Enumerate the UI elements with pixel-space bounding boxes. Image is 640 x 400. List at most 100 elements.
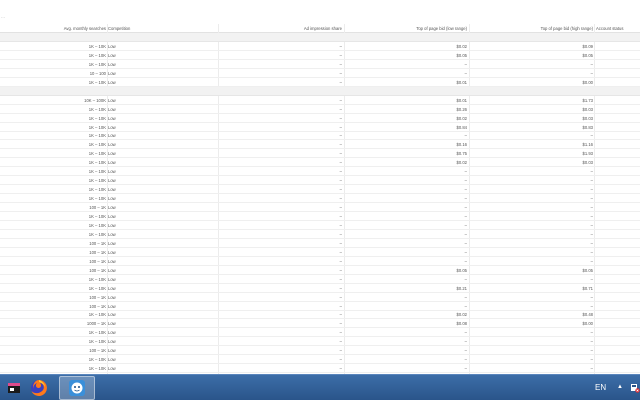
group-header-row[interactable] (0, 33, 640, 42)
avg-monthly-searches-cell: 1K – 10K (88, 79, 106, 85)
table-row[interactable]: 1K – 10K Low – – – (0, 337, 640, 347)
top-bid-low-cell: $0.08 (456, 321, 467, 327)
avg-monthly-searches-cell: 1K – 10K (88, 52, 106, 58)
competition-cell: Low (108, 222, 116, 228)
top-bid-low-cell: – (464, 205, 467, 211)
table-row[interactable]: 100 – 1K Low – $0.05 $0.05 (0, 266, 640, 275)
header-competition[interactable]: Competition (108, 26, 130, 31)
table-row[interactable]: 1K – 10K Low – – – (0, 185, 640, 195)
top-bid-low-cell: – (464, 366, 467, 372)
top-bid-high-cell: $0.09 (582, 43, 593, 49)
taskbar-pinned-app-button[interactable] (59, 376, 95, 400)
ad-impression-share-cell: – (339, 106, 342, 112)
table-row[interactable]: 1K – 10K Low – – – (0, 194, 640, 204)
table-row[interactable]: 1K – 10K Low – – – (0, 212, 640, 221)
avg-monthly-searches-cell: 1K – 10K (88, 124, 106, 130)
competition-cell: Low (108, 330, 116, 336)
top-bid-low-cell: $0.16 (456, 142, 467, 148)
competition-cell: Low (108, 240, 116, 246)
competition-cell: Low (108, 187, 116, 193)
group-header-row[interactable] (0, 86, 640, 96)
header-avg-monthly-searches[interactable]: Avg. monthly searches (64, 26, 106, 31)
competition-cell: Low (108, 79, 116, 85)
table-row[interactable]: 1000 – 1K Low – $0.08 $0.00 (0, 319, 640, 329)
top-bid-low-cell: – (464, 294, 467, 300)
competition-cell: Low (108, 285, 116, 291)
avg-monthly-searches-cell: 1K – 10K (88, 169, 106, 175)
ad-impression-share-cell: – (339, 187, 342, 193)
header-top-bid-high[interactable]: Top of page bid (high range) (541, 26, 593, 31)
ad-impression-share-cell: – (339, 61, 342, 67)
table-row[interactable]: 100 – 1K Low – – – (0, 346, 640, 356)
avg-monthly-searches-cell: 1K – 10K (88, 222, 106, 228)
competition-cell: Low (108, 321, 116, 327)
table-row[interactable]: 1K – 10K Low – $0.02 $0.03 (0, 158, 640, 168)
top-bid-low-cell: – (464, 214, 467, 219)
table-row[interactable]: 1K – 10K Low – $0.01 $0.00 (0, 78, 640, 87)
table-row[interactable]: 1K – 10K Low – – – (0, 221, 640, 230)
taskbar-firefox-button[interactable] (21, 376, 57, 400)
avg-monthly-searches-cell: 100 – 1K (89, 294, 106, 300)
table-row[interactable]: 1K – 10K Low – – – (0, 364, 640, 373)
competition-cell: Low (108, 169, 116, 175)
avg-monthly-searches-cell: 1K – 10K (88, 339, 106, 345)
avg-monthly-searches-cell: 1K – 10K (88, 151, 106, 157)
table-row[interactable]: 1K – 10K Low – – – (0, 355, 640, 365)
top-bid-low-cell: – (464, 249, 467, 255)
ad-impression-share-cell: – (339, 196, 342, 202)
table-row[interactable]: 100 – 1K Low – – – (0, 248, 640, 257)
table-row[interactable]: 1K – 10K Low – $0.02 $0.48 (0, 310, 640, 320)
top-bid-high-cell: – (590, 61, 593, 67)
table-row[interactable]: 100 – 1K Low – – – (0, 203, 640, 213)
ad-impression-share-cell: – (339, 303, 342, 309)
top-bid-high-cell: $0.71 (582, 285, 593, 291)
table-row[interactable]: 1K – 10K Low – – – (0, 275, 640, 284)
table-row[interactable]: 1K – 10K Low – – – (0, 131, 640, 141)
avg-monthly-searches-cell: 1K – 10K (88, 231, 106, 237)
table-row[interactable]: 1K – 10K Low – – – (0, 167, 640, 177)
ad-impression-share-cell: – (339, 312, 342, 318)
table-row[interactable]: 1K – 10K Low – $0.05 $0.05 (0, 51, 640, 60)
top-bid-high-cell: – (590, 240, 593, 246)
table-row[interactable]: 1K – 10K Low – $0.16 $1.16 (0, 140, 640, 150)
app-icon (8, 383, 20, 393)
table-row[interactable]: 100 – 1K Low – – – (0, 293, 640, 302)
table-row[interactable]: 1K – 10K Low – $0.02 $0.03 (0, 114, 640, 123)
competition-cell: Low (108, 294, 116, 300)
table-row[interactable]: 1K – 10K Low – $0.26 $0.03 (0, 105, 640, 114)
table-row[interactable]: 1K – 10K Low – – – (0, 230, 640, 239)
table-row[interactable]: 10K – 100K Low – $0.01 $1.73 (0, 96, 640, 105)
avg-monthly-searches-cell: 100 – 1K (89, 267, 106, 273)
action-center-flag-icon[interactable] (630, 383, 640, 393)
table-row[interactable]: 1K – 10K Low – $0.84 $0.83 (0, 123, 640, 132)
language-indicator[interactable]: EN (595, 383, 606, 392)
avg-monthly-searches-cell: 1000 – 1K (86, 321, 106, 327)
competition-cell: Low (108, 312, 116, 318)
table-row[interactable]: 1K – 10K Low – $0.21 $0.71 (0, 284, 640, 293)
competition-cell: Low (108, 61, 116, 67)
competition-cell: Low (108, 214, 116, 219)
table-row[interactable]: 1K – 10K Low – – – (0, 60, 640, 69)
avg-monthly-searches-cell: 1K – 10K (88, 61, 106, 67)
competition-cell: Low (108, 133, 116, 139)
table-row[interactable]: 100 – 1K Low – – – (0, 257, 640, 266)
ad-impression-share-cell: – (339, 124, 342, 130)
table-row[interactable]: 10 – 100 Low – – – (0, 69, 640, 78)
competition-cell: Low (108, 231, 116, 237)
top-bid-high-cell: – (590, 303, 593, 309)
avg-monthly-searches-cell: 100 – 1K (89, 303, 106, 309)
top-bid-low-cell: $0.26 (456, 106, 467, 112)
header-account-status[interactable]: Account status (596, 26, 623, 31)
competition-cell: Low (108, 267, 116, 273)
tray-arrow-icon[interactable]: ▲ (617, 384, 623, 390)
table-row[interactable]: 1K – 10K Low – $0.02 $0.09 (0, 42, 640, 51)
table-row[interactable]: 1K – 10K Low – – – (0, 328, 640, 338)
table-row[interactable]: 1K – 10K Low – – – (0, 176, 640, 186)
ad-impression-share-cell: – (339, 258, 342, 264)
competition-cell: Low (108, 196, 116, 202)
table-row[interactable]: 1K – 10K Low – $0.75 $1.93 (0, 149, 640, 159)
table-row[interactable]: 100 – 1K Low – – – (0, 239, 640, 248)
header-top-bid-low[interactable]: Top of page bid (low range) (416, 26, 467, 31)
header-ad-impression-share[interactable]: Ad impression share (304, 26, 342, 31)
table-row[interactable]: 100 – 1K Low – – – (0, 302, 640, 311)
